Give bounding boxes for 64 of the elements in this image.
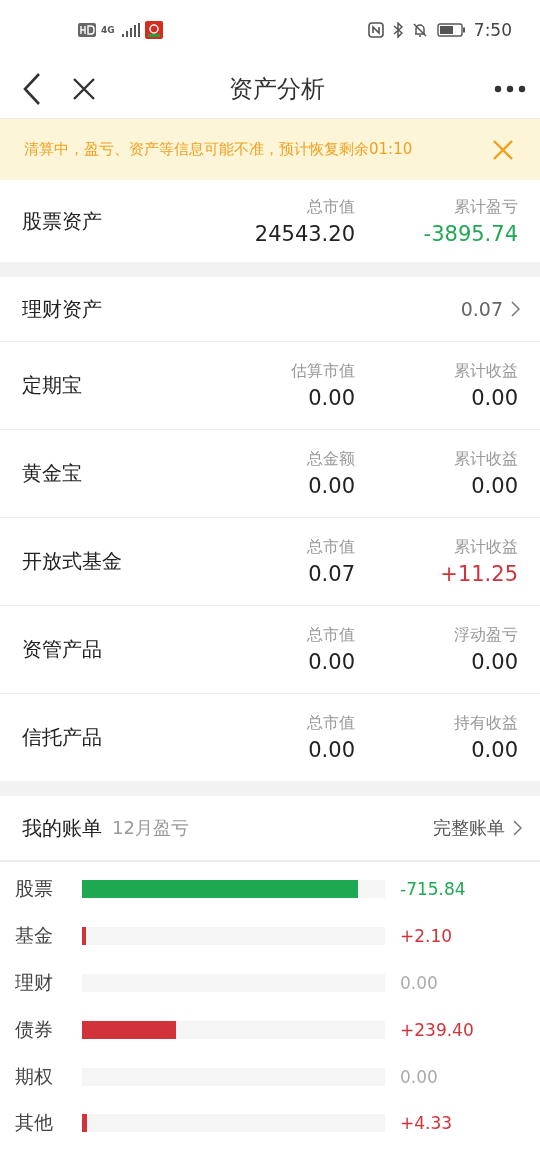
metric-value: 0.00 [308, 738, 355, 762]
metric-label: 累计盈亏 [454, 196, 518, 218]
metric-label: 累计收益 [454, 361, 518, 382]
section-title: 我的账单 [22, 814, 102, 842]
page-title: 资产分析 [228, 74, 326, 105]
asset-name: 股票资产 [22, 207, 103, 235]
metric-label: 总市值 [307, 196, 355, 218]
asset-name: 信托产品 [22, 724, 103, 751]
full-bill-link[interactable]: 完整账单 [433, 816, 522, 840]
section-title: 理财资产 [22, 295, 102, 323]
metric-label: 估算市值 [291, 361, 355, 382]
metric-value: 0.00 [308, 650, 355, 674]
hd-icon [78, 23, 96, 37]
category-label: 期权 [15, 1063, 54, 1089]
asset-name: 资管产品 [22, 636, 103, 663]
asset-name: 定期宝 [22, 372, 83, 399]
notice-text: 清算中，盈亏、资产等信息可能不准，预计恢复剩余01:10 [24, 140, 413, 159]
battery-icon [436, 23, 465, 37]
mute-bell-icon [411, 22, 428, 38]
amount-value: 0.00 [400, 1066, 438, 1087]
metric-value: 0.00 [471, 650, 518, 674]
metric-label: 持有收益 [454, 713, 518, 734]
metric-label: 总市值 [307, 537, 355, 558]
metric-value: 0.00 [471, 386, 518, 410]
back-icon[interactable] [22, 72, 42, 106]
metric-value: 24543.20 [254, 221, 355, 246]
metric-value: +11.25 [440, 562, 518, 586]
metric-label: 总市值 [307, 625, 355, 646]
metric-value: 0.00 [308, 386, 355, 410]
metric-value: 0.00 [471, 474, 518, 498]
metric-value: 0.00 [308, 474, 355, 498]
chevron-right-icon [511, 301, 520, 317]
section-total: 0.07 [460, 298, 503, 320]
section-subtitle: 12月盈亏 [112, 816, 189, 840]
signal-icon [119, 23, 140, 37]
amount-value: -715.84 [400, 879, 466, 900]
wealth-header[interactable]: 理财资产 0.07 [0, 277, 540, 341]
amount-value: +239.40 [400, 1019, 474, 1040]
metric-label: 浮动盈亏 [454, 625, 518, 646]
app-icon [144, 21, 163, 39]
amount-value: 0.00 [400, 973, 438, 993]
nfc-icon [367, 22, 384, 38]
asset-name: 黄金宝 [22, 460, 83, 487]
amount-value: +4.33 [400, 1113, 453, 1134]
category-label: 基金 [15, 923, 54, 949]
clock-time: 7:50 [473, 20, 512, 40]
category-label: 其他 [15, 1110, 54, 1136]
asset-name: 开放式基金 [22, 548, 123, 575]
metric-label: 总市值 [307, 713, 355, 734]
metric-label: 累计收益 [454, 449, 518, 470]
category-label: 理财 [15, 970, 54, 995]
category-label: 债券 [15, 1016, 54, 1042]
network-type: 4G [101, 25, 115, 35]
metric-value: -3895.74 [423, 221, 518, 246]
more-icon[interactable] [494, 85, 526, 93]
amount-value: +2.10 [400, 926, 453, 947]
bluetooth-icon [392, 22, 403, 38]
metric-value: 0.00 [471, 738, 518, 762]
chevron-right-icon [513, 820, 522, 836]
metric-label: 累计收益 [454, 537, 518, 558]
metric-value: 0.07 [308, 562, 355, 586]
close-icon[interactable] [72, 77, 96, 101]
category-label: 股票 [15, 876, 54, 902]
metric-label: 总金额 [307, 449, 355, 470]
